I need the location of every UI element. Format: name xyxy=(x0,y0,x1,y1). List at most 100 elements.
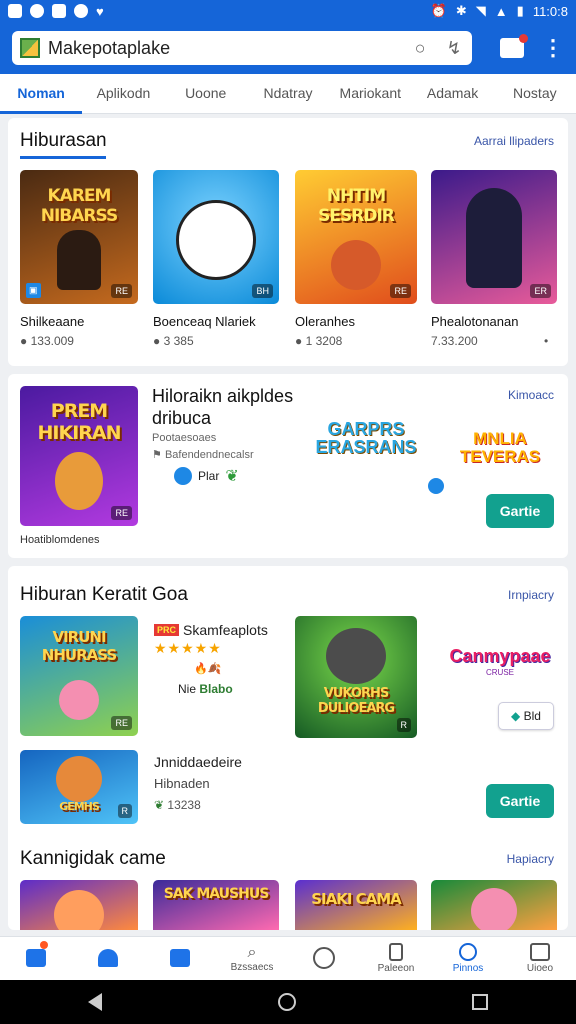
app-thumbnail[interactable]: GEMHS R xyxy=(20,750,138,824)
app-meta: ● 3 385 xyxy=(153,334,194,348)
system-navigation xyxy=(0,980,576,1024)
rating-badge: RE xyxy=(111,284,132,298)
nav-home[interactable] xyxy=(72,937,144,980)
app-title-row: PRC Skamfeaplots xyxy=(154,622,268,638)
see-all-link[interactable]: Kimoacc xyxy=(508,388,554,402)
leaf-icon: ❦ xyxy=(154,798,165,812)
app-extra: 🔥🍂 xyxy=(194,663,222,675)
app-thumbnail[interactable]: SAK MAUSHUS xyxy=(153,880,279,930)
app-thumbnail[interactable] xyxy=(431,880,557,930)
app-name[interactable]: Skamfeaplots xyxy=(183,622,268,638)
app-name[interactable]: Oleranhes xyxy=(295,314,355,329)
tag-icon: ◆ xyxy=(511,709,521,723)
app-name[interactable]: Boenceaq Nlariek xyxy=(153,314,256,329)
app-downloads: 133.009 xyxy=(30,334,74,348)
back-icon[interactable] xyxy=(88,993,102,1011)
app-thumbnail[interactable] xyxy=(20,880,138,930)
more-dot-icon[interactable]: • xyxy=(544,334,548,348)
app-downloads: 13238 xyxy=(167,798,201,812)
thumbnail-title: SAK MAUSHUS xyxy=(163,886,270,902)
voice-icon[interactable]: ↯ xyxy=(444,38,464,58)
tab-mariokant[interactable]: Mariokant xyxy=(329,74,411,114)
featured-thumbnail[interactable]: PREM HIKIRAN RE xyxy=(20,386,138,526)
download-icon[interactable] xyxy=(428,478,444,494)
tab-aplikodn[interactable]: Aplikodn xyxy=(82,74,164,114)
signal-icon: ▲ xyxy=(494,3,508,19)
game-logo[interactable]: Canmypaae xyxy=(442,646,558,667)
character-figure xyxy=(56,756,102,802)
app-meta: ● 133.009 xyxy=(20,334,74,348)
get-button[interactable]: Gartie xyxy=(486,494,554,528)
app-subtitle: Hibnaden xyxy=(154,776,210,791)
tab-noman[interactable]: Noman xyxy=(0,74,83,114)
app-name[interactable]: Phealotonanan xyxy=(431,314,518,329)
bag-icon xyxy=(389,943,403,961)
circle-search-icon[interactable]: ○ xyxy=(410,38,430,58)
see-all-link[interactable]: Irnpiacry xyxy=(508,588,554,602)
app-thumbnail[interactable]: KAREM NIBARSS ▣ RE xyxy=(20,170,138,304)
wifi-icon: ◥ xyxy=(475,3,486,18)
avatar-notification-icon xyxy=(30,4,44,18)
bid-chip-label: Bld xyxy=(523,709,541,723)
nav-circle[interactable] xyxy=(288,937,360,980)
price-prefix: Nie xyxy=(178,682,197,696)
section-hiburan-keratit: Hiburan Keratit Goa Irnpiacry VIRUNI NHU… xyxy=(8,566,568,930)
platform-icon xyxy=(174,467,192,485)
search-input[interactable]: Makepotaplake xyxy=(48,38,396,59)
character-figure xyxy=(59,680,99,720)
character-figure xyxy=(466,188,522,288)
nav-uioeo[interactable]: Uioeo xyxy=(504,937,576,980)
home-button-icon[interactable] xyxy=(278,993,296,1011)
see-all-link[interactable]: Hapiacry xyxy=(507,852,554,866)
notifications-icon[interactable] xyxy=(500,34,528,58)
recents-icon[interactable] xyxy=(472,994,488,1010)
compass-icon xyxy=(74,4,88,18)
app-thumbnail[interactable]: VIRUNI NHURASS RE xyxy=(20,616,138,736)
game-logo[interactable]: MNLIA TEVERAS xyxy=(444,430,556,466)
heart-icon: ♥ xyxy=(96,3,104,19)
app-meta: ● 1 3208 xyxy=(295,334,343,348)
app-thumbnail[interactable]: VUKORHS DULIOEARG R xyxy=(295,616,417,738)
info-icon xyxy=(459,943,477,961)
thumbnail-title: NHTIM SESRDIR xyxy=(318,186,395,226)
get-button[interactable]: Gartie xyxy=(486,784,554,818)
price: Blabo xyxy=(199,682,233,696)
game-logo[interactable]: GARPRS ERASRANS xyxy=(314,420,418,456)
nav-feed[interactable] xyxy=(0,937,72,980)
more-menu-icon[interactable]: ⋮ xyxy=(542,37,564,59)
game-logo-sub: CRUSE xyxy=(485,668,514,677)
rating-badge: R xyxy=(396,718,411,732)
app-thumbnail[interactable]: SIAKI CAMA xyxy=(295,880,417,930)
featured-title: Hiloraikn aikpldes xyxy=(152,386,294,406)
app-thumbnail[interactable]: ER xyxy=(431,170,557,304)
search-bar[interactable]: Makepotaplake ○ ↯ xyxy=(12,31,472,65)
rating-badge: RE xyxy=(111,716,132,730)
app-name[interactable]: Shilkeaane xyxy=(20,314,84,329)
tab-nostay[interactable]: Nostay xyxy=(494,74,576,114)
platform-label: Plar xyxy=(198,469,220,483)
bid-chip[interactable]: ◆ Bld xyxy=(498,702,554,730)
tab-ndatray[interactable]: Ndatray xyxy=(247,74,329,114)
nav-search[interactable]: ⌕ Bzssaecs xyxy=(216,937,288,980)
cat-character xyxy=(326,628,386,684)
app-thumbnail[interactable]: NHTIM SESRDIR RE xyxy=(295,170,417,304)
tab-uoone[interactable]: Uoone xyxy=(165,74,247,114)
nav-pinnos[interactable]: Pinnos xyxy=(432,937,504,980)
nav-paleeon[interactable]: Paleeon xyxy=(360,937,432,980)
circle-icon xyxy=(313,946,335,969)
notification-icon xyxy=(8,4,22,18)
app-thumbnail[interactable]: BH xyxy=(153,170,279,304)
featured-subtitle-2: ⚑ Bafendendnecalsr xyxy=(152,448,254,461)
rating-badge: R xyxy=(117,804,132,818)
thumbnail-title: VUKORHS DULIOEARG xyxy=(317,686,395,716)
app-name[interactable]: Jnniddaedeire xyxy=(154,754,242,770)
see-all-link[interactable]: Aarrai llipaders xyxy=(474,134,554,148)
notification-dot xyxy=(40,941,48,949)
home-icon xyxy=(98,948,118,967)
nav-list[interactable] xyxy=(144,937,216,980)
title-underline xyxy=(20,156,106,159)
flag-icon: ⚑ xyxy=(152,449,162,461)
alarm-icon: ⏰ xyxy=(430,3,447,18)
tab-adamak[interactable]: Adamak xyxy=(411,74,493,114)
feed-icon xyxy=(26,948,46,967)
